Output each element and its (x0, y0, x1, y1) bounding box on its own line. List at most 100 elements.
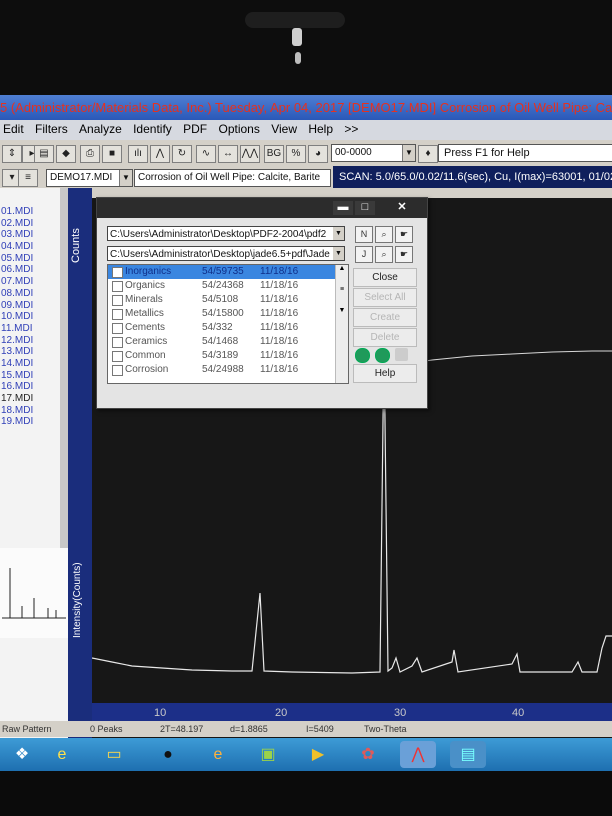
menu-identify[interactable]: Identify (133, 122, 172, 136)
n-button[interactable]: N (355, 226, 373, 243)
wave-icon[interactable]: ∿ (196, 145, 216, 163)
close-icon[interactable]: ✕ (387, 201, 417, 215)
drop-icon[interactable]: ♦ (418, 145, 438, 163)
move-icon[interactable]: ⇕ (2, 145, 22, 163)
search-icon[interactable]: ⌕ (375, 246, 393, 263)
list-item[interactable]: Metallics 54/15800 11/18/16 (108, 307, 336, 321)
checkbox[interactable] (112, 323, 123, 334)
menu-options[interactable]: Options (218, 122, 259, 136)
player-icon[interactable]: ▶ (300, 741, 336, 768)
pdf-number-combo[interactable]: 00-0000 ▼ (331, 144, 416, 162)
list-item[interactable]: Inorganics 54/59735 11/18/16 (108, 265, 336, 279)
menu-help[interactable]: Help (308, 122, 333, 136)
bezel-detail (295, 52, 301, 64)
open-folder-icon[interactable]: ▤ (34, 145, 54, 163)
list-item[interactable]: 03.MDI (0, 229, 60, 241)
create-button[interactable]: Create (353, 308, 417, 327)
scrollbar[interactable] (60, 188, 68, 548)
qq-icon[interactable]: ● (150, 741, 186, 768)
list-item[interactable]: 06.MDI (0, 264, 60, 276)
list-item[interactable]: 10.MDI (0, 311, 60, 323)
grid-icon[interactable] (395, 348, 408, 361)
select-all-button[interactable]: Select All (353, 288, 417, 307)
list-item[interactable]: Ceramics 54/1468 11/18/16 (108, 335, 336, 349)
list-item[interactable]: 01.MDI (0, 206, 60, 218)
list-item[interactable]: Common 54/3189 11/18/16 (108, 349, 336, 363)
list-item[interactable]: 02.MDI (0, 218, 60, 230)
print-icon[interactable]: ⎙ (80, 145, 100, 163)
folder-icon[interactable]: ▭ (96, 741, 132, 768)
maximize-icon[interactable]: □ (355, 201, 375, 215)
media-icon[interactable]: ▣ (250, 741, 286, 768)
list-item[interactable]: 16.MDI (0, 381, 60, 393)
pdf-path-combo[interactable]: C:\Users\Administrator\Desktop\PDF2-2004… (107, 226, 345, 241)
list-item[interactable]: Corrosion 54/24988 11/18/16 (108, 363, 336, 377)
list-item[interactable]: 05.MDI (0, 253, 60, 265)
description-field[interactable]: Corrosion of Oil Well Pipe: Calcite, Bar… (134, 169, 331, 187)
chevron-down-icon[interactable]: ▼ (402, 145, 415, 161)
chevron-down-icon[interactable]: ▼ (333, 227, 344, 240)
menu-filters[interactable]: Filters (35, 122, 68, 136)
percent-icon[interactable]: % (286, 145, 306, 163)
start-icon[interactable]: ❖ (4, 741, 40, 768)
prev-icon[interactable] (355, 348, 370, 363)
search-icon[interactable]: ⌕ (375, 226, 393, 243)
edge-icon[interactable]: e (200, 741, 236, 768)
list-item[interactable]: 07.MDI (0, 276, 60, 288)
list-item[interactable]: 08.MDI (0, 288, 60, 300)
checkbox[interactable] (112, 295, 123, 306)
save-icon[interactable]: ■ (102, 145, 122, 163)
pointer-icon[interactable]: ☛ (395, 226, 413, 243)
menu-more[interactable]: >> (344, 122, 358, 136)
list-item[interactable]: 17.MDI (0, 393, 60, 405)
menu-analyze[interactable]: Analyze (79, 122, 122, 136)
pointer-icon[interactable]: ☛ (395, 246, 413, 263)
cycle-icon[interactable]: ↻ (172, 145, 192, 163)
tag-icon[interactable]: ◆ (56, 145, 76, 163)
checkbox[interactable] (112, 309, 123, 320)
status-bar: Raw Pattern 0 Peaks 2T=48.197 d=1.8865 I… (0, 721, 612, 737)
list-item[interactable]: Organics 54/24368 11/18/16 (108, 279, 336, 293)
minimize-icon[interactable]: ▬ (333, 201, 353, 215)
list-item[interactable]: 12.MDI (0, 335, 60, 347)
checkbox[interactable] (112, 351, 123, 362)
list-item[interactable]: 15.MDI (0, 370, 60, 382)
menu-edit[interactable]: Edit (3, 122, 24, 136)
list-item[interactable]: 11.MDI (0, 323, 60, 335)
menu-pdf[interactable]: PDF (183, 122, 207, 136)
list-item[interactable]: 13.MDI (0, 346, 60, 358)
menu-view[interactable]: View (271, 122, 297, 136)
list-item[interactable]: 18.MDI (0, 405, 60, 417)
list-item[interactable]: Cements 54/332 11/18/16 (108, 321, 336, 335)
expand-icon[interactable]: ↔ (218, 145, 238, 163)
app-icon[interactable]: ✿ (350, 741, 386, 768)
list-item[interactable]: 09.MDI (0, 300, 60, 312)
list-item[interactable]: 04.MDI (0, 241, 60, 253)
next-icon[interactable] (375, 348, 390, 363)
j-button[interactable]: J (355, 246, 373, 263)
list-scrollbar[interactable]: ▲ ≡ ▼ (335, 265, 348, 383)
peak-icon[interactable]: ⋀ (150, 145, 170, 163)
chevron-down-icon[interactable]: ▼ (333, 247, 344, 260)
bar-chart-icon[interactable]: ılı (128, 145, 148, 163)
help-button[interactable]: Help (353, 364, 417, 383)
list-icon[interactable]: ≡ (18, 169, 38, 187)
chevron-down-icon[interactable]: ▼ (119, 170, 132, 186)
jade-path-combo[interactable]: C:\Users\Administrator\Desktop\jade6.5+p… (107, 246, 345, 261)
checkbox[interactable] (112, 267, 123, 278)
checkbox[interactable] (112, 365, 123, 376)
jade-icon[interactable]: ⋀ (400, 741, 436, 768)
peaks-icon[interactable]: ⋀⋀ (240, 145, 260, 163)
checkbox[interactable] (112, 337, 123, 348)
list-item[interactable]: 14.MDI (0, 358, 60, 370)
globe-icon[interactable]: ◕ (308, 145, 328, 163)
delete-button[interactable]: Delete (353, 328, 417, 347)
window-icon[interactable]: ▤ (450, 741, 486, 768)
file-combo[interactable]: DEMO17.MDI ▼ (46, 169, 133, 187)
list-item[interactable]: Minerals 54/5108 11/18/16 (108, 293, 336, 307)
browser-icon[interactable]: e (44, 741, 80, 768)
close-button[interactable]: Close (353, 268, 417, 287)
checkbox[interactable] (112, 281, 123, 292)
list-item[interactable]: 19.MDI (0, 416, 60, 428)
bg-icon[interactable]: BG (264, 145, 284, 163)
